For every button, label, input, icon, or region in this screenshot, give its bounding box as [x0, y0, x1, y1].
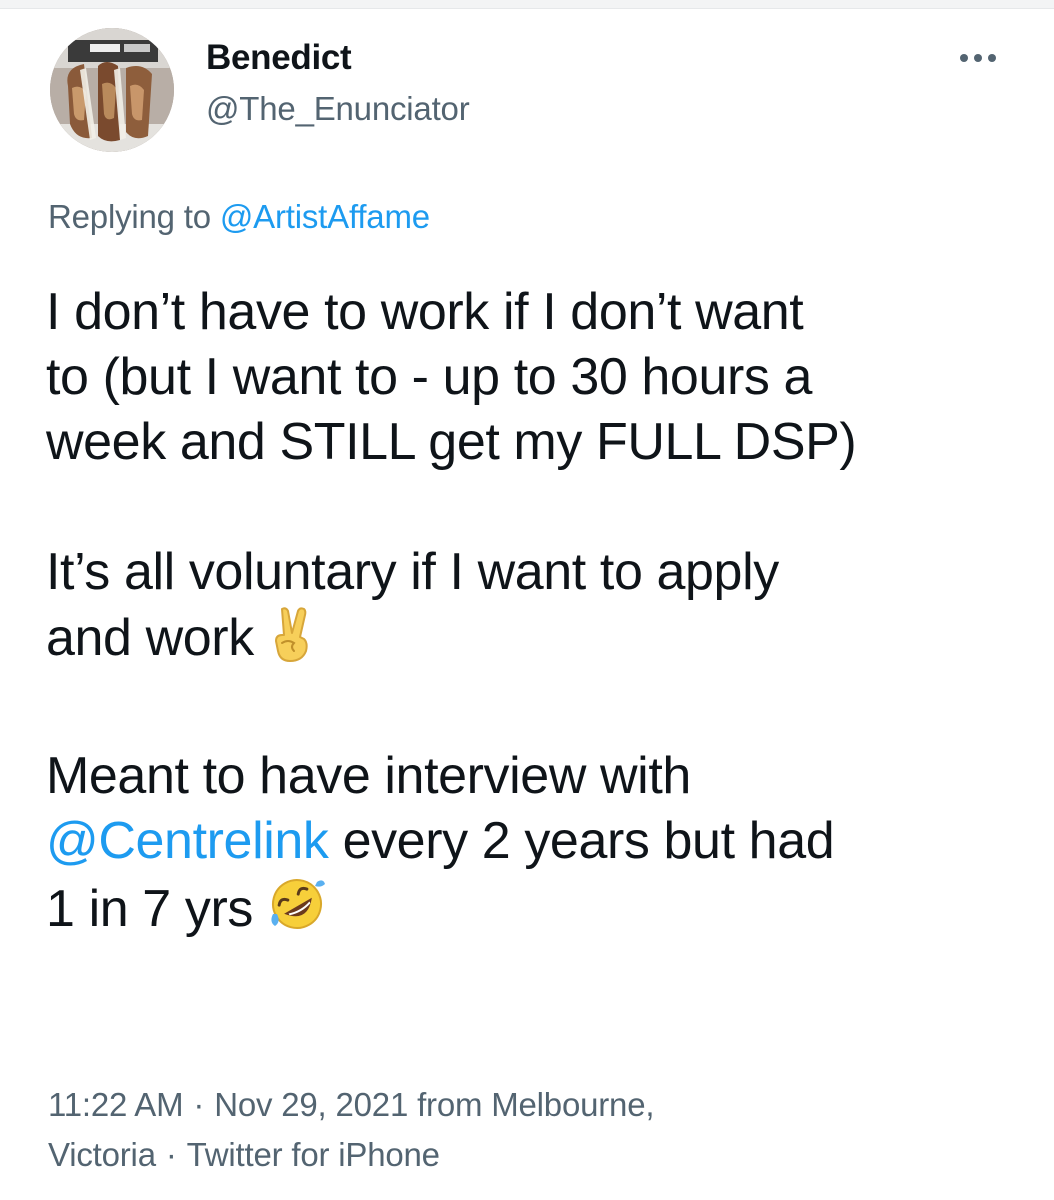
display-name[interactable]: Benedict	[206, 38, 352, 78]
replying-to-mention[interactable]: @ArtistAffame	[220, 198, 430, 235]
tweet-line: Meant to have interview with	[46, 747, 691, 805]
separator-dot: ·	[165, 1136, 177, 1173]
tweet-line-with-mention: @Centrelink every 2 years but had	[46, 809, 1026, 874]
tweet-line: week and STILL get my FULL DSP)	[46, 413, 857, 471]
avatar-photo	[50, 28, 174, 152]
tweet-line-text: 1 in 7 yrs	[46, 880, 253, 938]
tweet-date-location[interactable]: Nov 29, 2021 from Melbourne,	[214, 1086, 654, 1123]
tweet-line: to (but I want to - up to 30 hours a	[46, 348, 813, 406]
avatar[interactable]	[50, 28, 174, 152]
more-dot	[974, 54, 982, 62]
tweet-meta: 11:22 AM · Nov 29, 2021 from Melbourne, Vi…	[48, 1080, 1008, 1180]
tweet-location-cont[interactable]: Victoria	[48, 1136, 156, 1173]
tweet-line-text: every 2 years but had	[342, 812, 835, 870]
separator-dot: ·	[193, 1086, 205, 1123]
victory-hand-emoji	[268, 605, 320, 679]
user-handle[interactable]: @The_Enunciator	[206, 90, 470, 128]
tweet-line-with-emoji: and work	[46, 605, 1026, 679]
top-divider	[0, 0, 1054, 9]
tweet-line-text: and work	[46, 609, 254, 667]
more-dot	[988, 54, 996, 62]
meta-line-2: Victoria · Twitter for iPhone	[48, 1130, 1008, 1180]
more-dot	[960, 54, 968, 62]
tweet-text: I don’t have to work if I don’t want to …	[46, 280, 1026, 950]
tweet-line-with-emoji: 1 in 7 yrs	[46, 874, 1026, 950]
replying-to: Replying to @ArtistAffame	[48, 198, 430, 236]
tweet-line: I don’t have to work if I don’t want	[46, 283, 804, 341]
meta-line-1: 11:22 AM · Nov 29, 2021 from Melbourne,	[48, 1080, 1008, 1130]
rolling-on-floor-laughing-emoji	[267, 874, 327, 950]
tweet-line: It’s all voluntary if I want to apply	[46, 543, 779, 601]
more-horizontal-icon[interactable]	[960, 50, 996, 66]
replying-to-label: Replying to	[48, 198, 211, 235]
tweet-client[interactable]: Twitter for iPhone	[187, 1136, 440, 1173]
tweet-time[interactable]: 11:22 AM	[48, 1086, 184, 1123]
centrelink-mention[interactable]: @Centrelink	[46, 812, 329, 870]
